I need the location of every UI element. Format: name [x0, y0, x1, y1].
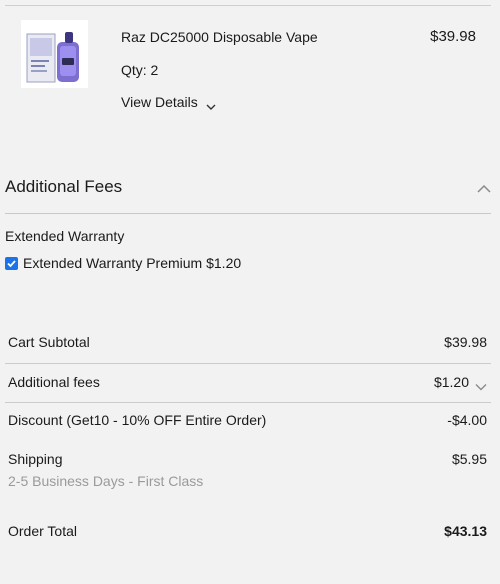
view-details-button[interactable]: View Details	[121, 94, 216, 110]
shipping-value: $5.95	[451, 451, 487, 467]
section-divider	[5, 213, 491, 214]
warranty-option[interactable]: Extended Warranty Premium $1.20	[5, 255, 241, 271]
order-total-value: $43.13	[444, 523, 487, 539]
view-details-label: View Details	[121, 94, 198, 110]
vape-product-image	[21, 20, 88, 88]
discount-value: -$4.00	[447, 412, 487, 428]
additional-fees-value: $1.20	[433, 374, 469, 390]
cart-subtotal-value: $39.98	[444, 334, 487, 350]
cart-subtotal-label: Cart Subtotal	[8, 334, 90, 350]
checkmark-icon	[7, 259, 16, 267]
additional-fees-toggle[interactable]: $1.20	[433, 374, 487, 391]
product-name: Raz DC25000 Disposable Vape	[121, 29, 318, 45]
chevron-down-icon	[206, 98, 216, 110]
extended-warranty-title: Extended Warranty	[5, 228, 125, 244]
warranty-checkbox[interactable]	[5, 256, 18, 270]
additional-fees-heading: Additional Fees	[5, 177, 123, 196]
summary-divider	[5, 363, 491, 364]
shipping-method: 2-5 Business Days - First Class	[8, 473, 204, 489]
additional-fees-label: Additional fees	[8, 374, 100, 390]
chevron-up-icon[interactable]	[476, 182, 492, 194]
discount-label: Discount (Get10 - 10% OFF Entire Order)	[8, 412, 267, 428]
product-quantity: Qty: 2	[121, 62, 159, 78]
product-image[interactable]	[21, 20, 88, 88]
summary-divider	[5, 402, 491, 403]
order-total-label: Order Total	[8, 523, 77, 539]
shipping-label: Shipping	[8, 451, 63, 467]
chevron-down-icon	[475, 378, 487, 391]
top-divider	[5, 5, 491, 6]
product-price: $39.98	[430, 28, 476, 45]
warranty-option-label: Extended Warranty Premium $1.20	[23, 255, 242, 271]
